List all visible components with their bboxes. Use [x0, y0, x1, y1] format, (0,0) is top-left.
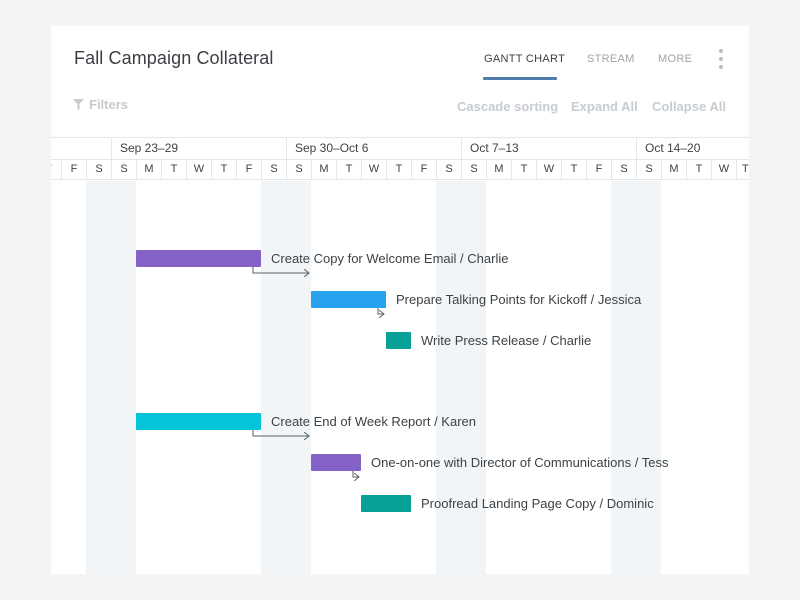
day-letter: S	[261, 160, 286, 179]
day-letter: T	[211, 160, 236, 179]
task-label: Prepare Talking Points for Kickoff / Jes…	[396, 292, 642, 307]
task-label: Create Copy for Welcome Email / Charlie	[271, 251, 509, 266]
task-bar[interactable]	[311, 454, 361, 471]
day-letter: M	[486, 160, 511, 179]
day-letter: S	[86, 160, 111, 179]
day-letter: T	[336, 160, 361, 179]
day-letter: T	[386, 160, 411, 179]
task-bar[interactable]	[136, 250, 261, 267]
week-header: Sep 30–Oct 6	[286, 137, 461, 159]
weekend-column	[261, 181, 311, 574]
day-letter: F	[61, 160, 86, 179]
expand-all-button[interactable]: Expand All	[571, 99, 638, 114]
tab-gantt-chart[interactable]: GANTT CHART	[484, 53, 565, 65]
day-letters-row: T F S S M T W T F S S M T W T F S S M T …	[51, 159, 749, 180]
task-bar[interactable]	[136, 413, 261, 430]
day-letter: S	[611, 160, 636, 179]
day-letter: W	[186, 160, 211, 179]
task-label: Create End of Week Report / Karen	[271, 414, 476, 429]
day-letter: S	[636, 160, 661, 179]
day-letter: T	[511, 160, 536, 179]
week-header: Oct 14–20	[636, 137, 749, 159]
day-letter: S	[286, 160, 311, 179]
task-label: One-on-one with Director of Communicatio…	[371, 455, 669, 470]
week-header-prev	[51, 137, 111, 159]
day-letter: F	[586, 160, 611, 179]
weekend-column	[611, 181, 661, 574]
page-title: Fall Campaign Collateral	[74, 48, 274, 68]
filters-button[interactable]: Filters	[73, 97, 128, 112]
gantt-timeline: Sep 23–29 Sep 30–Oct 6 Oct 7–13 Oct 14–2…	[51, 137, 749, 574]
day-letter: T	[51, 160, 61, 179]
collapse-all-button[interactable]: Collapse All	[652, 99, 726, 114]
day-letter: T	[736, 160, 749, 179]
day-letter: S	[111, 160, 136, 179]
tab-stream[interactable]: STREAM	[587, 53, 635, 65]
task-bar[interactable]	[361, 495, 411, 512]
day-letter: T	[686, 160, 711, 179]
tab-more[interactable]: MORE	[658, 53, 692, 65]
day-letter: M	[311, 160, 336, 179]
weekend-column	[436, 181, 486, 574]
day-letter: W	[361, 160, 386, 179]
filter-icon	[73, 99, 84, 110]
task-bar[interactable]	[311, 291, 386, 308]
day-letter: F	[411, 160, 436, 179]
filters-label: Filters	[89, 97, 129, 112]
day-letter: F	[236, 160, 261, 179]
task-bar[interactable]	[386, 332, 411, 349]
day-letter: T	[561, 160, 586, 179]
day-letter: W	[711, 160, 736, 179]
active-tab-indicator	[483, 77, 557, 80]
task-label: Write Press Release / Charlie	[421, 333, 592, 348]
kebab-menu-icon[interactable]	[718, 49, 724, 71]
week-header: Sep 23–29	[111, 137, 286, 159]
day-letter: W	[536, 160, 561, 179]
weekend-column	[86, 181, 136, 574]
week-header: Oct 7–13	[461, 137, 636, 159]
day-letter: M	[661, 160, 686, 179]
cascade-sorting-button[interactable]: Cascade sorting	[457, 99, 558, 114]
task-label: Proofread Landing Page Copy / Dominic	[421, 496, 654, 511]
day-letter: S	[436, 160, 461, 179]
day-letter: S	[461, 160, 486, 179]
project-card: Fall Campaign Collateral GANTT CHART STR…	[51, 26, 749, 574]
day-letter: M	[136, 160, 161, 179]
day-letter: T	[161, 160, 186, 179]
